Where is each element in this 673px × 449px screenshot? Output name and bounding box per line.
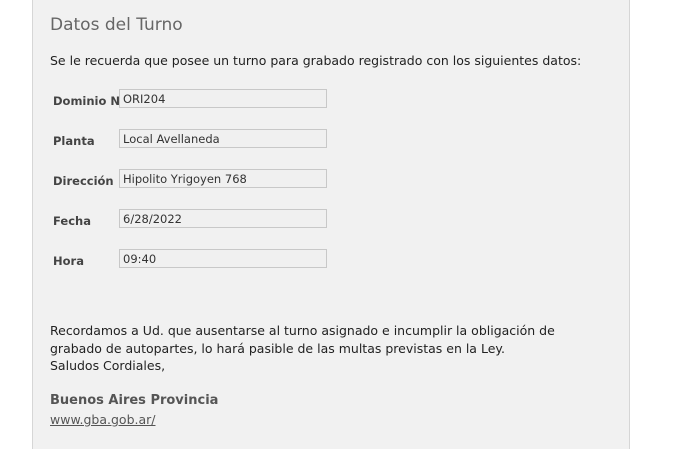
dominio-field[interactable]: ORI204 <box>119 89 327 108</box>
field-label-hora: Hora <box>53 254 84 268</box>
field-label-dominio: Dominio Nº <box>53 94 127 108</box>
field-label-direccion: Dirección <box>53 174 114 188</box>
appointment-card: Datos del Turno Se le recuerda que posee… <box>32 0 630 449</box>
field-label-fecha: Fecha <box>53 214 91 228</box>
hora-field[interactable]: 09:40 <box>119 249 327 268</box>
notice-text: Recordamos a Ud. que ausentarse al turno… <box>50 322 610 375</box>
direccion-field[interactable]: Hipolito Yrigoyen 768 <box>119 169 327 188</box>
intro-text: Se le recuerda que posee un turno para g… <box>50 53 582 68</box>
closing-greeting: Saludos Cordiales, <box>50 358 166 373</box>
website-link[interactable]: www.gba.gob.ar/ <box>50 412 156 427</box>
fecha-field[interactable]: 6/28/2022 <box>119 209 327 228</box>
card-title: Datos del Turno <box>50 15 183 35</box>
planta-field[interactable]: Local Avellaneda <box>119 129 327 148</box>
signature: Buenos Aires Provincia <box>50 393 219 408</box>
field-label-planta: Planta <box>53 134 95 148</box>
notice-paragraph: Recordamos a Ud. que ausentarse al turno… <box>50 323 555 356</box>
